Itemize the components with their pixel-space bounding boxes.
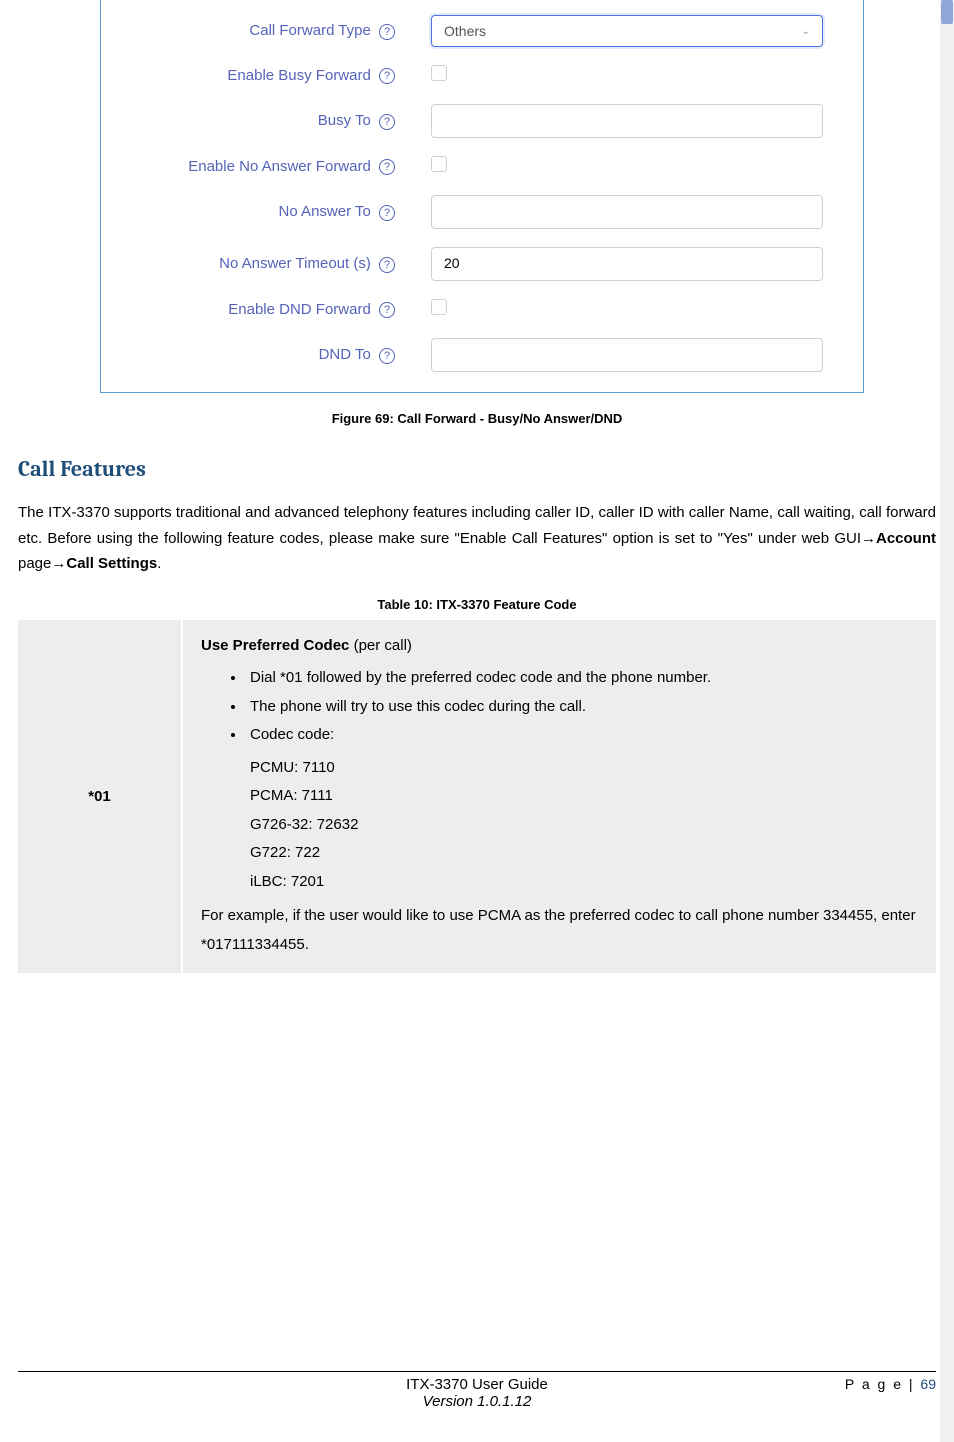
list-item: Codec code: <box>246 721 918 750</box>
list-item: Dial *01 followed by the preferred codec… <box>246 664 918 693</box>
help-icon[interactable]: ? <box>379 24 395 40</box>
help-icon[interactable]: ? <box>379 257 395 273</box>
label-call-forward-type: Call Forward Type ? <box>101 22 401 39</box>
codec-item: G722: 722 <box>250 839 918 868</box>
body-paragraph: The ITX-3370 supports traditional and ad… <box>18 500 936 577</box>
select-call-forward-type[interactable]: Others ⌄ <box>431 15 823 47</box>
help-icon[interactable]: ? <box>379 114 395 130</box>
select-value: Others <box>444 23 486 39</box>
call-settings-bold: Call Settings <box>66 555 157 572</box>
row-no-answer-to: No Answer To ? <box>101 195 823 229</box>
checkbox-enable-no-answer-forward[interactable] <box>431 156 447 172</box>
label-text: Enable Busy Forward <box>227 67 370 84</box>
call-forward-form: Call Forward Type ? Others ⌄ Enable Busy… <box>100 0 864 393</box>
input-no-answer-timeout[interactable]: 20 <box>431 247 823 281</box>
help-icon[interactable]: ? <box>379 348 395 364</box>
page-word: page <box>18 555 51 572</box>
period: . <box>157 555 161 572</box>
label-no-answer-timeout: No Answer Timeout (s) ? <box>101 255 401 272</box>
page-label: P a g e | <box>845 1376 921 1392</box>
input-dnd-to[interactable] <box>431 338 823 372</box>
codec-item: iLBC: 7201 <box>250 868 918 897</box>
row-call-forward-type: Call Forward Type ? Others ⌄ <box>101 15 823 47</box>
label-enable-dnd-forward: Enable DND Forward ? <box>101 301 401 318</box>
label-enable-busy-forward: Enable Busy Forward ? <box>101 67 401 84</box>
feature-title: Use Preferred Codec (per call) <box>201 632 918 661</box>
label-no-answer-to: No Answer To ? <box>101 203 401 220</box>
table-caption: Table 10: ITX-3370 Feature Code <box>10 597 944 612</box>
codec-list: PCMU: 7110 PCMA: 7111 G726-32: 72632 G72… <box>201 754 918 897</box>
feature-code-cell: *01 <box>18 620 183 974</box>
list-item: The phone will try to use this codec dur… <box>246 693 918 722</box>
row-busy-to: Busy To ? <box>101 104 823 138</box>
label-text: DND To <box>319 346 371 363</box>
arrow-icon: → <box>51 555 66 572</box>
feature-code-table: *01 Use Preferred Codec (per call) Dial … <box>18 620 936 974</box>
input-no-answer-to[interactable] <box>431 195 823 229</box>
chevron-down-icon: ⌄ <box>802 26 810 37</box>
feature-title-rest: (per call) <box>349 637 412 654</box>
feature-example: For example, if the user would like to u… <box>201 902 918 959</box>
account-bold: Account <box>876 530 936 547</box>
body-text-1: The ITX-3370 supports traditional and ad… <box>18 504 936 547</box>
help-icon[interactable]: ? <box>379 302 395 318</box>
codec-item: PCMA: 7111 <box>250 782 918 811</box>
label-text: No Answer Timeout (s) <box>219 255 371 272</box>
label-busy-to: Busy To ? <box>101 112 401 129</box>
help-icon[interactable]: ? <box>379 159 395 175</box>
row-dnd-to: DND To ? <box>101 338 823 372</box>
input-busy-to[interactable] <box>431 104 823 138</box>
row-no-answer-timeout: No Answer Timeout (s) ? 20 <box>101 247 823 281</box>
row-enable-no-answer-forward: Enable No Answer Forward ? <box>101 156 823 177</box>
feature-desc-cell: Use Preferred Codec (per call) Dial *01 … <box>183 620 936 974</box>
help-icon[interactable]: ? <box>379 205 395 221</box>
row-enable-busy-forward: Enable Busy Forward ? <box>101 65 823 86</box>
label-enable-no-answer-forward: Enable No Answer Forward ? <box>101 158 401 175</box>
checkbox-enable-dnd-forward[interactable] <box>431 299 447 315</box>
footer-divider <box>18 1371 936 1372</box>
arrow-icon: → <box>861 530 876 547</box>
checkbox-enable-busy-forward[interactable] <box>431 65 447 81</box>
section-title: Call Features <box>18 456 944 482</box>
label-text: Enable No Answer Forward <box>188 158 371 175</box>
codec-item: G726-32: 72632 <box>250 811 918 840</box>
feature-title-bold: Use Preferred Codec <box>201 637 349 654</box>
label-dnd-to: DND To ? <box>101 346 401 363</box>
footer-version: Version 1.0.1.12 <box>10 1393 944 1410</box>
label-text: Enable DND Forward <box>228 301 371 318</box>
help-icon[interactable]: ? <box>379 68 395 84</box>
page-num: 69 <box>920 1376 936 1392</box>
feature-bullet-list: Dial *01 followed by the preferred codec… <box>201 664 918 750</box>
label-text: Call Forward Type <box>249 22 370 39</box>
footer-title: ITX-3370 User Guide <box>10 1376 944 1393</box>
label-text: No Answer To <box>279 203 371 220</box>
label-text: Busy To <box>318 112 371 129</box>
feature-code: *01 <box>88 788 111 805</box>
codec-item: PCMU: 7110 <box>250 754 918 783</box>
page-footer: P a g e | 69 ITX-3370 User Guide Version… <box>10 1371 944 1410</box>
row-enable-dnd-forward: Enable DND Forward ? <box>101 299 823 320</box>
scrollbar-track[interactable] <box>940 0 954 1442</box>
figure-caption: Figure 69: Call Forward - Busy/No Answer… <box>10 411 944 426</box>
scrollbar-thumb[interactable] <box>941 0 953 24</box>
